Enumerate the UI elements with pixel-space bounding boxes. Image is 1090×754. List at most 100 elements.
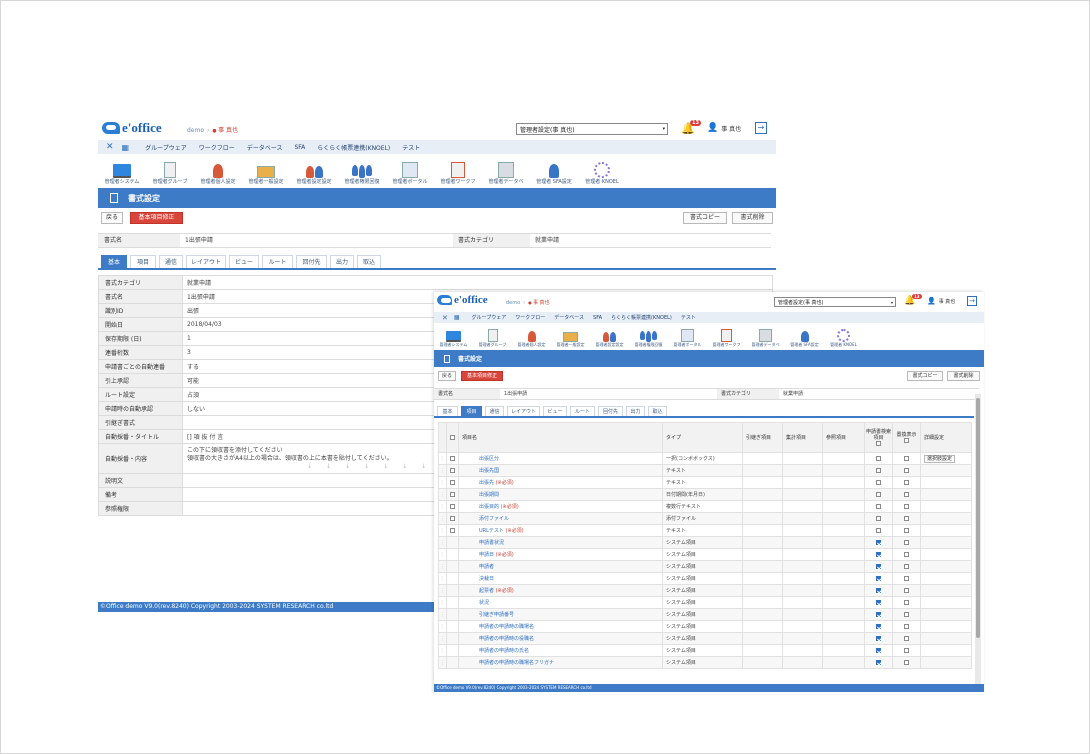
item-row[interactable]: ⋮ 引継ぎ申請番号 システム項目 [438,608,972,621]
search-item-checkbox[interactable] [876,479,881,485]
item-row[interactable]: ⋮ 申請者の申請時の職場名フリガナ システム項目 [438,656,972,669]
replace-checkbox[interactable] [904,551,909,557]
logout-icon[interactable]: → [967,296,977,306]
item-name[interactable]: 状況 [479,600,489,606]
menu-item-sfa[interactable]: SFA [294,144,305,151]
item-row[interactable]: ⋮ 申請者の申請時の氏名 システム項目 [438,644,972,657]
admin-icon-settings[interactable]: 管理者設定設定 [290,156,338,188]
tab-items[interactable]: 項目 [130,255,156,268]
tab-recipient[interactable]: 回付先 [598,406,623,416]
search-item-checkbox[interactable] [876,659,881,665]
search-item-checkbox[interactable] [876,467,881,473]
delete-form-button[interactable]: 書式削除 [947,371,980,381]
logout-icon[interactable]: → [755,122,767,134]
replace-checkbox[interactable] [904,503,909,509]
admin-icon-database[interactable]: 管理者データベ [746,324,785,350]
search-item-checkbox[interactable] [876,623,881,629]
search-item-checkbox[interactable] [876,599,881,605]
back-button[interactable]: 戻る [101,212,123,224]
search-item-checkbox[interactable] [876,635,881,641]
drag-handle-icon[interactable]: ⋮ [438,656,447,669]
item-name-cell[interactable]: 出張期間 [458,488,663,501]
item-name[interactable]: URLテスト [479,528,504,534]
item-name-cell[interactable]: 申請者 [458,560,663,573]
drag-handle-icon[interactable]: ⋮ [438,608,447,621]
item-row[interactable]: ⋮ 申請日 (※必須) システム項目 [438,548,972,561]
item-name[interactable]: 出張先 [479,480,494,486]
search-item-checkbox[interactable] [876,551,881,557]
drag-handle-icon[interactable]: ⋮ [438,560,447,573]
admin-icon-workflow[interactable]: 管理者ワークフ [707,324,746,350]
search-item-checkbox[interactable] [876,455,881,461]
drag-handle-icon[interactable]: ⋮ [438,488,447,501]
tab-output[interactable]: 出力 [330,255,354,268]
admin-icon-sfa[interactable]: 管理者 SFA設定 [530,156,578,188]
copy-form-button[interactable]: 書式コピー [683,212,727,224]
item-name-cell[interactable]: 出張目的 (※必須) [458,500,663,513]
item-name-cell[interactable]: 申請書状況 [458,536,663,549]
admin-icon-workflow[interactable]: 管理者ワークフ [434,156,482,188]
item-name-cell[interactable]: 出張区分 [458,452,663,465]
menu-item-sfa[interactable]: SFA [593,315,602,321]
row-select-checkbox[interactable] [450,515,455,521]
drag-handle-icon[interactable]: ⋮ [438,500,447,513]
menu-item-groupware[interactable]: グループウェア [145,143,187,152]
select-all-checkbox[interactable] [450,434,455,440]
breadcrumb-site[interactable]: demo [506,300,520,306]
item-name-cell[interactable]: 引継ぎ申請番号 [458,608,663,621]
replace-checkbox[interactable] [904,635,909,641]
menu-item-test[interactable]: テスト [402,143,420,152]
item-name[interactable]: 出張先国 [479,468,499,474]
item-name-cell[interactable]: 出張先 (※必須) [458,476,663,489]
drag-handle-icon[interactable]: ⋮ [438,476,447,489]
admin-icon-knoel[interactable]: 管理者 KNOEL [578,156,626,188]
replace-checkbox[interactable] [904,611,909,617]
replace-checkbox[interactable] [904,455,909,461]
drag-handle-icon[interactable]: ⋮ [438,644,447,657]
tab-view[interactable]: ビュー [229,255,259,268]
mode-select[interactable]: 管理者設定(事 真也) ▾ [516,123,668,135]
user-menu[interactable]: 👤 事 真也 [707,123,741,133]
replace-checkbox[interactable] [904,587,909,593]
tab-import[interactable]: 取込 [648,406,667,416]
item-row[interactable]: ⋮ 出張区分 一択(コンボボックス) 選択肢設定 [438,452,972,465]
search-item-all-checkbox[interactable] [876,440,881,446]
tab-communication[interactable]: 通信 [485,406,504,416]
tab-layout[interactable]: レイアウト [186,255,226,268]
drag-handle-icon[interactable]: ⋮ [438,548,447,561]
item-name-cell[interactable]: 申請者の申請時の職場名 [458,620,663,633]
replace-checkbox[interactable] [904,467,909,473]
grid-menu-icon[interactable]: ▦ [454,314,460,321]
search-item-checkbox[interactable] [876,515,881,521]
breadcrumb-user[interactable]: 事 真也 [212,127,238,134]
item-row[interactable]: ⋮ 申請者の申請時の職場名 システム項目 [438,620,972,633]
tab-basic[interactable]: 基本 [437,406,458,416]
menu-item-workflow[interactable]: ワークフロー [515,314,545,321]
replace-checkbox[interactable] [904,623,909,629]
user-menu[interactable]: 👤 事 真也 [927,297,955,305]
item-name-cell[interactable]: 申請日 (※必須) [458,548,663,561]
item-name[interactable]: 申請者の申請時の役職名 [479,636,534,642]
item-name[interactable]: 出張区分 [479,456,499,462]
item-name[interactable]: 申請日 [479,552,494,558]
admin-icon-group[interactable]: 管理者グループ [473,324,512,350]
search-item-checkbox[interactable] [876,611,881,617]
delete-form-button[interactable]: 書式削除 [732,212,773,224]
replace-checkbox[interactable] [904,659,909,665]
tab-import[interactable]: 取込 [357,255,381,268]
admin-icon-knoel[interactable]: 管理者 KNOEL [824,324,863,350]
search-item-checkbox[interactable] [876,539,881,545]
replace-checkbox[interactable] [904,479,909,485]
item-row[interactable]: ⋮ 状況 システム項目 [438,596,972,609]
item-name-cell[interactable]: URLテスト (※必須) [458,524,663,537]
item-name[interactable]: 申請者の申請時の職場名フリガナ [479,660,554,666]
item-name[interactable]: 出張目的 [479,504,499,510]
item-row[interactable]: ⋮ 申請書状況 システム項目 [438,536,972,549]
tab-items[interactable]: 項目 [461,406,482,416]
menu-item-test[interactable]: テスト [681,314,696,321]
tab-view[interactable]: ビュー [543,406,567,416]
search-item-checkbox[interactable] [876,503,881,509]
item-name[interactable]: 申請者の申請時の職場名 [479,624,534,630]
item-name-cell[interactable]: 添付ファイル [458,512,663,525]
admin-icon-personal[interactable]: 管理者個人設定 [194,156,242,188]
